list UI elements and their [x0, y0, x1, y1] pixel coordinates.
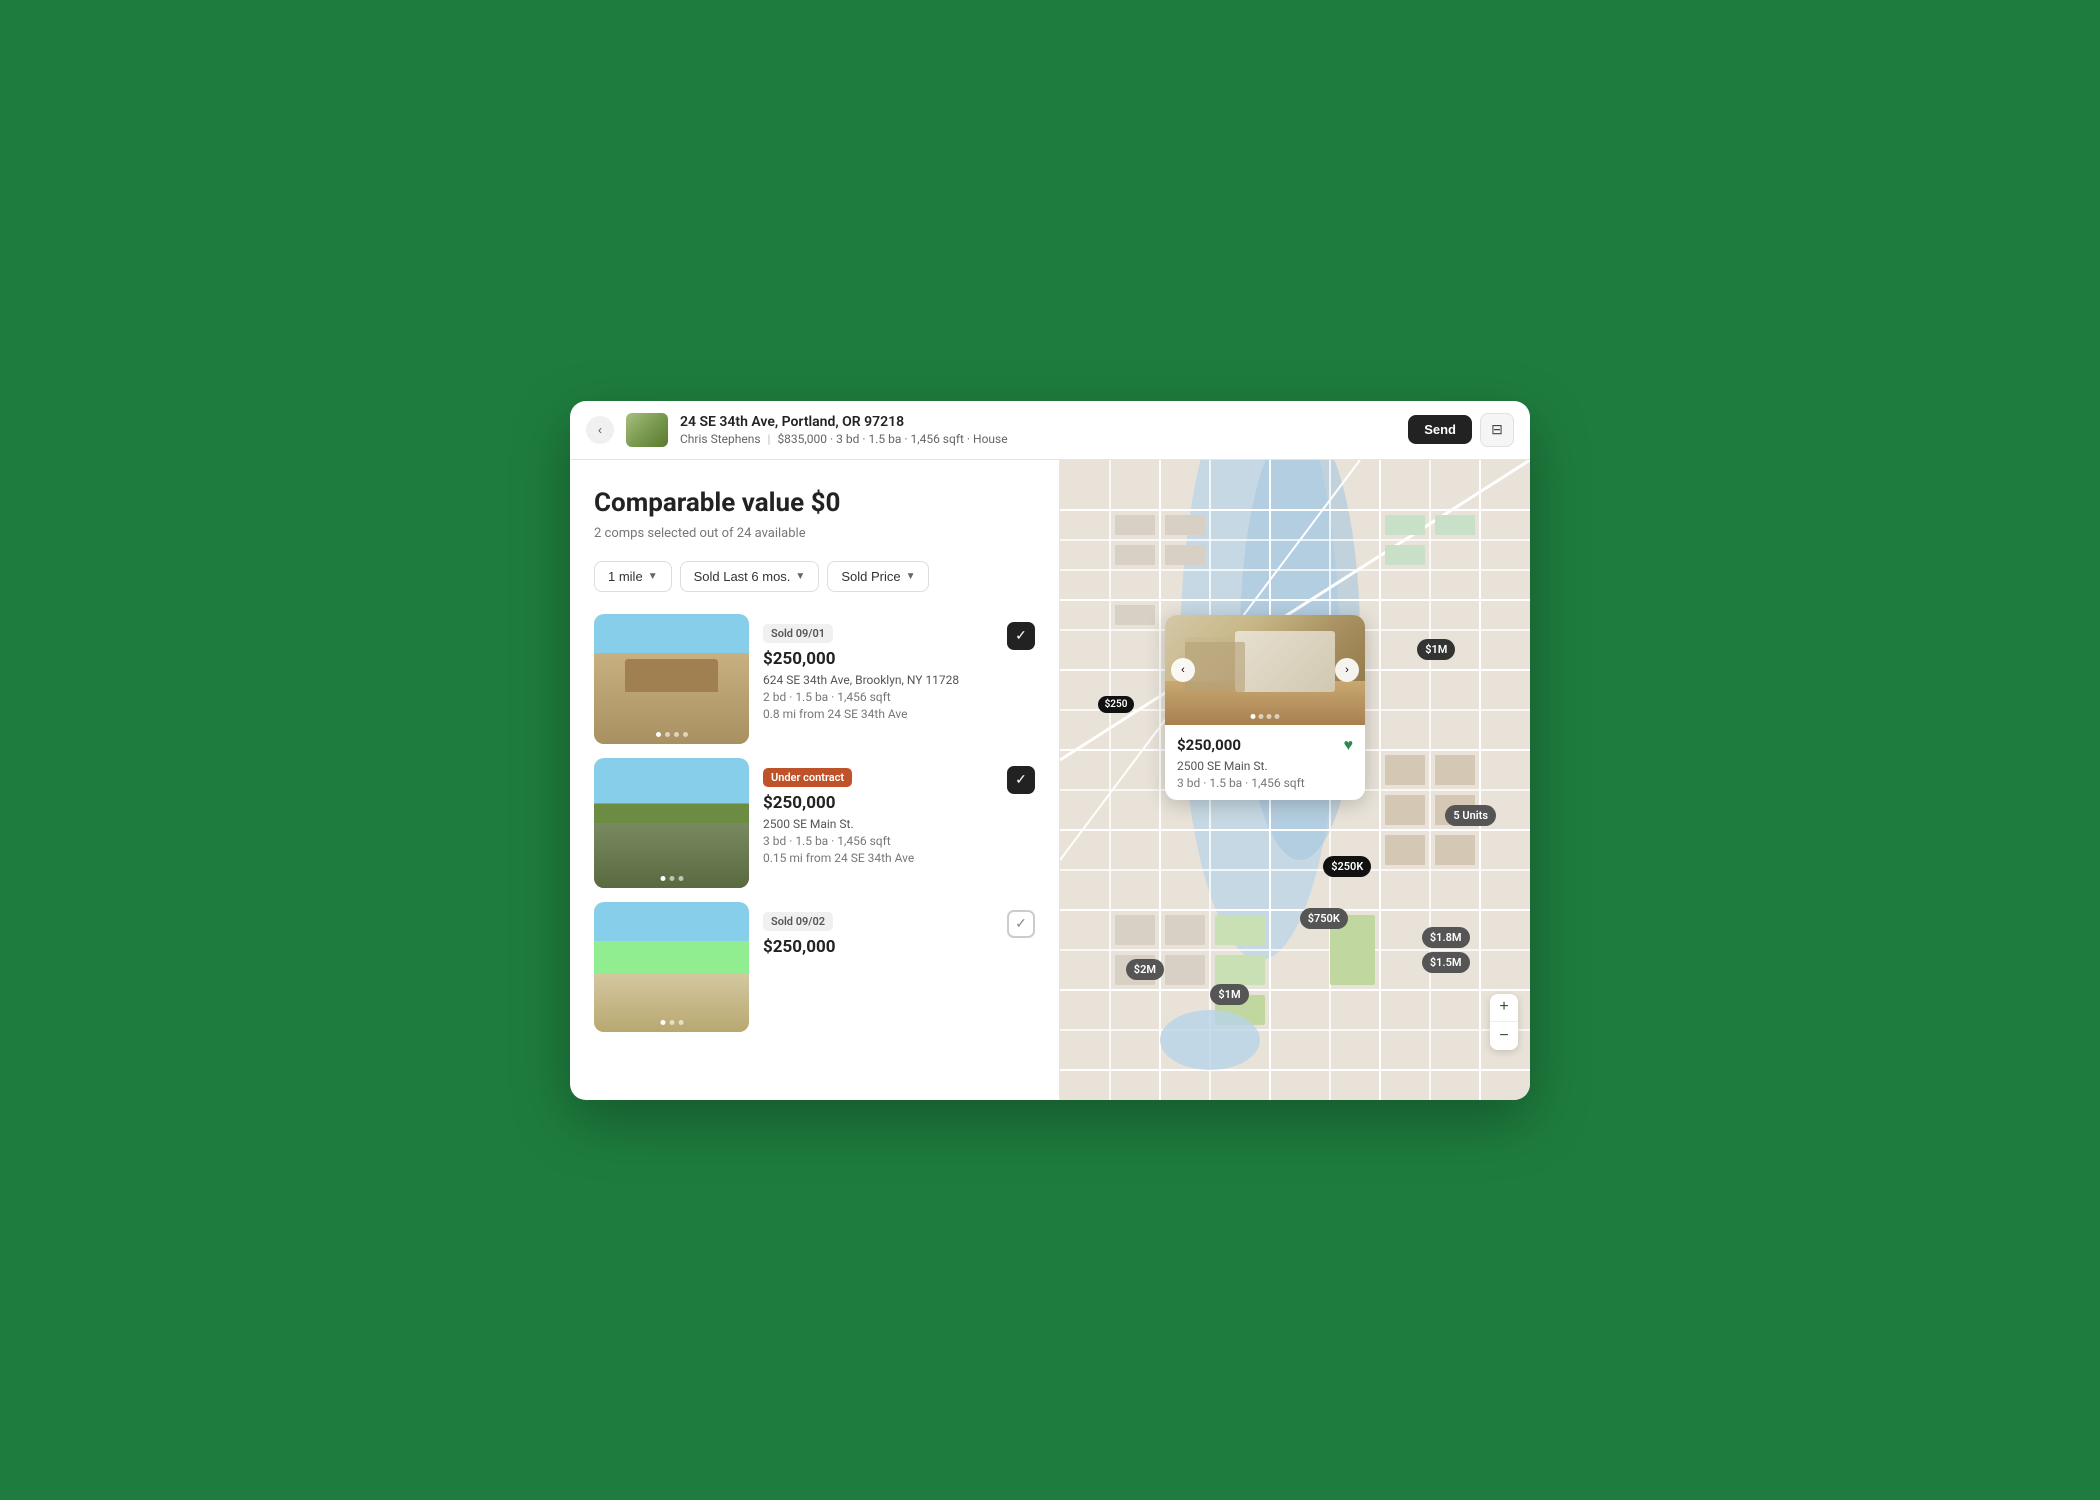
- property-specs: 2 bd · 1.5 ba · 1,456 sqft: [763, 690, 999, 704]
- dot: [665, 732, 670, 737]
- property-price: $250,000: [763, 793, 999, 813]
- back-button[interactable]: ‹: [586, 416, 614, 444]
- image-dots: [660, 1020, 683, 1025]
- property-info: Sold 09/02 $250,000: [763, 902, 1035, 1032]
- header-address: 24 SE 34th Ave, Portland, OR 97218: [680, 414, 1396, 430]
- app-window: ‹ 24 SE 34th Ave, Portland, OR 97218 Chr…: [570, 401, 1530, 1100]
- contract-badge: Under contract: [763, 768, 852, 787]
- calendar-icon: ⊟: [1491, 422, 1503, 438]
- map-price-marker[interactable]: $1M: [1417, 639, 1455, 660]
- popup-property-image: ‹ ›: [1165, 615, 1365, 725]
- map-price-marker[interactable]: $1.8M: [1422, 927, 1470, 948]
- dot: [1267, 714, 1272, 719]
- property-info: Sold 09/01 $250,000 624 SE 34th Ave, Bro…: [763, 614, 1035, 744]
- dot: [656, 732, 661, 737]
- dot: [669, 1020, 674, 1025]
- property-card: Sold 09/01 $250,000 624 SE 34th Ave, Bro…: [594, 614, 1035, 744]
- chevron-down-icon: ▼: [795, 571, 805, 582]
- property-image: [594, 614, 749, 744]
- dot: [678, 1020, 683, 1025]
- property-image: [594, 902, 749, 1032]
- header-beds: 3 bd: [836, 432, 859, 446]
- dot: [674, 732, 679, 737]
- send-button[interactable]: Send: [1408, 415, 1472, 444]
- chevron-down-icon: ▼: [906, 571, 916, 582]
- select-property-checkbox[interactable]: ✓: [1007, 766, 1035, 794]
- header-type: House: [973, 432, 1008, 446]
- popup-next-button[interactable]: ›: [1335, 658, 1359, 682]
- filters-row: 1 mile ▼ Sold Last 6 mos. ▼ Sold Price ▼: [594, 561, 1035, 592]
- property-card: Sold 09/02 $250,000 ✓: [594, 902, 1035, 1032]
- chevron-down-icon: ▼: [648, 571, 658, 582]
- map-property-popup: ‹ › $250,000 ♥ 2500 SE Main St.: [1165, 615, 1365, 800]
- map-panel: $250 $1M $250K $750K $2M $1M $1.8M $1.5M…: [1060, 460, 1530, 1100]
- popup-address: 2500 SE Main St.: [1177, 759, 1353, 773]
- dot: [660, 876, 665, 881]
- map-zoom-controls: + −: [1490, 994, 1518, 1050]
- property-image: [594, 758, 749, 888]
- property-address: 624 SE 34th Ave, Brooklyn, NY 11728: [763, 673, 999, 687]
- header-agent: Chris Stephens: [680, 432, 761, 446]
- property-address: 2500 SE Main St.: [763, 817, 999, 831]
- sort-filter[interactable]: Sold Price ▼: [827, 561, 929, 592]
- header-baths: 1.5 ba: [868, 432, 901, 446]
- select-property-checkbox[interactable]: ✓: [1007, 622, 1035, 650]
- dot: [683, 732, 688, 737]
- property-price: $250,000: [763, 937, 999, 957]
- map-price-marker[interactable]: $2M: [1126, 959, 1164, 980]
- zoom-out-button[interactable]: −: [1490, 1022, 1518, 1050]
- dot: [660, 1020, 665, 1025]
- dot: [1259, 714, 1264, 719]
- sold-badge: Sold 09/01: [763, 624, 833, 643]
- chevron-left-icon: ‹: [598, 423, 602, 437]
- popup-body: $250,000 ♥ 2500 SE Main St. 3 bd · 1.5 b…: [1165, 725, 1365, 800]
- period-filter[interactable]: Sold Last 6 mos. ▼: [680, 561, 820, 592]
- property-card: Under contract $250,000 2500 SE Main St.…: [594, 758, 1035, 888]
- dot: [678, 876, 683, 881]
- property-distance: 0.15 mi from 24 SE 34th Ave: [763, 851, 999, 865]
- header-actions: Send ⊟: [1408, 413, 1514, 447]
- map-price-marker[interactable]: $1.5M: [1422, 952, 1470, 973]
- zoom-in-button[interactable]: +: [1490, 994, 1518, 1022]
- popup-price: $250,000: [1177, 736, 1241, 754]
- popup-price-row: $250,000 ♥: [1177, 735, 1353, 755]
- dot: [669, 876, 674, 881]
- header-price: $835,000: [777, 432, 827, 446]
- image-dots: [656, 732, 688, 737]
- property-price: $250,000: [763, 649, 999, 669]
- property-info: Under contract $250,000 2500 SE Main St.…: [763, 758, 1035, 888]
- sold-badge: Sold 09/02: [763, 912, 833, 931]
- select-property-checkbox[interactable]: ✓: [1007, 910, 1035, 938]
- header-property-info: 24 SE 34th Ave, Portland, OR 97218 Chris…: [680, 414, 1396, 446]
- dot: [1275, 714, 1280, 719]
- radius-filter-label: 1 mile: [608, 569, 643, 584]
- popup-prev-button[interactable]: ‹: [1171, 658, 1195, 682]
- radius-filter[interactable]: 1 mile ▼: [594, 561, 672, 592]
- map-price-marker[interactable]: $250: [1098, 696, 1135, 713]
- left-panel: Comparable value $0 2 comps selected out…: [570, 460, 1060, 1100]
- main-content: Comparable value $0 2 comps selected out…: [570, 460, 1530, 1100]
- header-details: Chris Stephens | $835,000 · 3 bd · 1.5 b…: [680, 432, 1396, 446]
- property-distance: 0.8 mi from 24 SE 34th Ave: [763, 707, 999, 721]
- property-specs: 3 bd · 1.5 ba · 1,456 sqft: [763, 834, 999, 848]
- header-sqft: 1,456 sqft: [910, 432, 963, 446]
- comps-subtitle: 2 comps selected out of 24 available: [594, 526, 1035, 541]
- popup-specs: 3 bd · 1.5 ba · 1,456 sqft: [1177, 776, 1353, 790]
- comparable-title: Comparable value $0: [594, 488, 1035, 518]
- map-price-marker[interactable]: 5 Units: [1445, 805, 1496, 826]
- favorite-icon[interactable]: ♥: [1344, 735, 1354, 755]
- popup-image-dots: [1251, 714, 1280, 719]
- map-price-marker[interactable]: $1M: [1210, 984, 1248, 1005]
- header: ‹ 24 SE 34th Ave, Portland, OR 97218 Chr…: [570, 401, 1530, 460]
- property-thumbnail: [626, 413, 668, 447]
- map-price-marker[interactable]: $750K: [1300, 908, 1348, 929]
- image-dots: [660, 876, 683, 881]
- dot: [1251, 714, 1256, 719]
- period-filter-label: Sold Last 6 mos.: [694, 569, 791, 584]
- map-price-marker[interactable]: $250K: [1323, 856, 1371, 877]
- sort-filter-label: Sold Price: [841, 569, 900, 584]
- calendar-button[interactable]: ⊟: [1480, 413, 1514, 447]
